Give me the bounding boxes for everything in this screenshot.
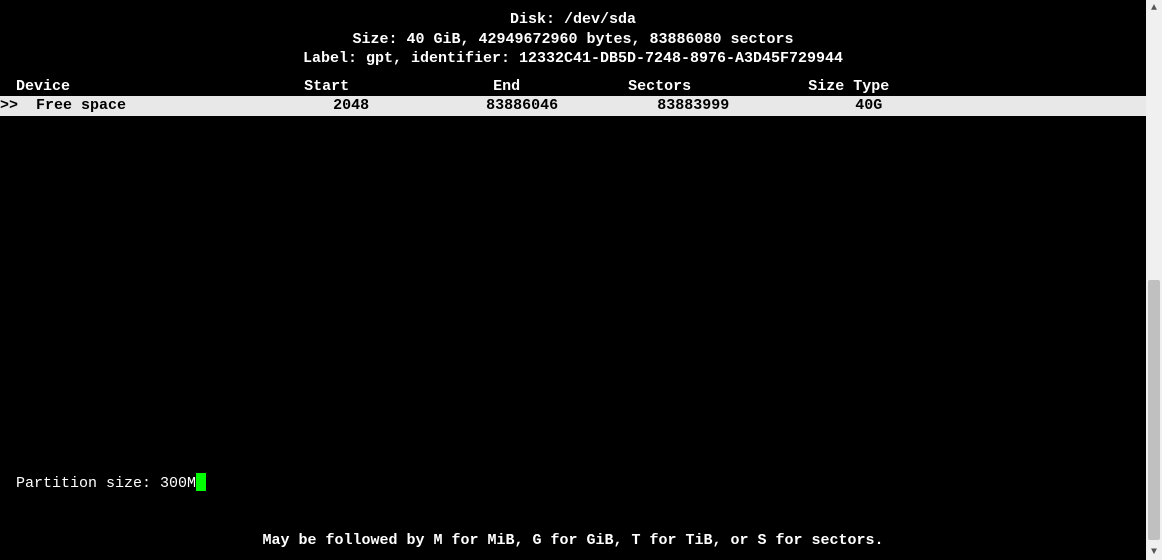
col-end: End [493, 78, 520, 95]
prompt-value: 300M [160, 475, 196, 492]
col-type: Type [853, 78, 889, 95]
hint-text: May be followed by M for MiB, G for GiB,… [0, 531, 1146, 551]
disk-title: Disk: /dev/sda [0, 10, 1146, 30]
text-cursor [196, 473, 206, 491]
cell-size: 40G [855, 97, 882, 114]
disk-header: Disk: /dev/sda Size: 40 GiB, 42949672960… [0, 0, 1146, 69]
scrollbar[interactable]: ▲ ▼ [1146, 0, 1162, 560]
partition-size-prompt[interactable]: Partition size: 300M [16, 473, 206, 493]
prompt-label: Partition size: [16, 475, 160, 492]
cell-start: 2048 [333, 97, 369, 114]
table-row[interactable]: >> Free space 2048 83886046 83883999 40G [0, 96, 1146, 116]
scrollbar-thumb[interactable] [1148, 280, 1160, 540]
disk-size-line: Size: 40 GiB, 42949672960 bytes, 8388608… [0, 30, 1146, 50]
cell-end: 83886046 [486, 97, 558, 114]
disk-label-line: Label: gpt, identifier: 12332C41-DB5D-72… [0, 49, 1146, 69]
cell-device: Free space [36, 97, 126, 114]
col-device: Device [16, 78, 70, 95]
scrollbar-down-arrow-icon[interactable]: ▼ [1146, 544, 1162, 560]
table-header-row: Device Start End Sectors Size Type [0, 77, 1146, 97]
scrollbar-up-arrow-icon[interactable]: ▲ [1146, 0, 1162, 16]
col-size: Size [808, 78, 844, 95]
col-sectors: Sectors [628, 78, 691, 95]
cell-sectors: 83883999 [657, 97, 729, 114]
col-start: Start [304, 78, 349, 95]
partition-table: Device Start End Sectors Size Type >> Fr… [0, 77, 1146, 116]
terminal-window: Disk: /dev/sda Size: 40 GiB, 42949672960… [0, 0, 1146, 560]
row-indicator: >> [0, 97, 18, 114]
